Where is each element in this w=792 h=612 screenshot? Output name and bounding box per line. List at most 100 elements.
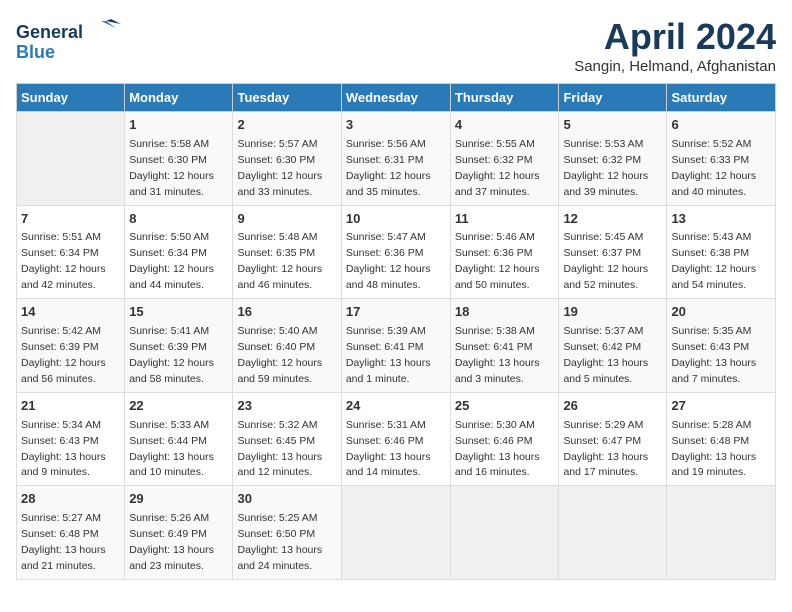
day-number: 11	[455, 210, 555, 229]
day-info: Sunrise: 5:47 AMSunset: 6:36 PMDaylight:…	[346, 231, 431, 291]
calendar-cell: 28 Sunrise: 5:27 AMSunset: 6:48 PMDaylig…	[17, 486, 125, 580]
calendar-week-3: 14 Sunrise: 5:42 AMSunset: 6:39 PMDaylig…	[17, 299, 776, 393]
day-number: 17	[346, 303, 446, 322]
location-subtitle: Sangin, Helmand, Afghanistan	[574, 58, 776, 75]
day-number: 26	[563, 397, 662, 416]
day-info: Sunrise: 5:53 AMSunset: 6:32 PMDaylight:…	[563, 138, 648, 198]
day-info: Sunrise: 5:30 AMSunset: 6:46 PMDaylight:…	[455, 419, 540, 479]
calendar-cell: 25 Sunrise: 5:30 AMSunset: 6:46 PMDaylig…	[450, 392, 559, 486]
day-info: Sunrise: 5:42 AMSunset: 6:39 PMDaylight:…	[21, 325, 106, 385]
day-number: 2	[237, 116, 336, 135]
calendar-body: 1 Sunrise: 5:58 AMSunset: 6:30 PMDayligh…	[17, 112, 776, 580]
day-number: 4	[455, 116, 555, 135]
calendar-cell: 10 Sunrise: 5:47 AMSunset: 6:36 PMDaylig…	[341, 205, 450, 299]
day-header-thursday: Thursday	[450, 84, 559, 112]
calendar-cell: 2 Sunrise: 5:57 AMSunset: 6:30 PMDayligh…	[233, 112, 341, 206]
calendar-cell: 8 Sunrise: 5:50 AMSunset: 6:34 PMDayligh…	[125, 205, 233, 299]
calendar-cell: 14 Sunrise: 5:42 AMSunset: 6:39 PMDaylig…	[17, 299, 125, 393]
day-info: Sunrise: 5:37 AMSunset: 6:42 PMDaylight:…	[563, 325, 648, 385]
day-number: 9	[237, 210, 336, 229]
calendar-cell: 24 Sunrise: 5:31 AMSunset: 6:46 PMDaylig…	[341, 392, 450, 486]
day-info: Sunrise: 5:41 AMSunset: 6:39 PMDaylight:…	[129, 325, 214, 385]
day-info: Sunrise: 5:43 AMSunset: 6:38 PMDaylight:…	[671, 231, 756, 291]
day-number: 28	[21, 490, 120, 509]
day-number: 29	[129, 490, 228, 509]
calendar-week-1: 1 Sunrise: 5:58 AMSunset: 6:30 PMDayligh…	[17, 112, 776, 206]
day-info: Sunrise: 5:58 AMSunset: 6:30 PMDaylight:…	[129, 138, 214, 198]
day-info: Sunrise: 5:51 AMSunset: 6:34 PMDaylight:…	[21, 231, 106, 291]
calendar-cell: 26 Sunrise: 5:29 AMSunset: 6:47 PMDaylig…	[559, 392, 667, 486]
day-info: Sunrise: 5:48 AMSunset: 6:35 PMDaylight:…	[237, 231, 322, 291]
day-number: 25	[455, 397, 555, 416]
calendar-cell	[667, 486, 776, 580]
day-number: 8	[129, 210, 228, 229]
day-info: Sunrise: 5:31 AMSunset: 6:46 PMDaylight:…	[346, 419, 431, 479]
calendar-cell: 9 Sunrise: 5:48 AMSunset: 6:35 PMDayligh…	[233, 205, 341, 299]
calendar-cell: 7 Sunrise: 5:51 AMSunset: 6:34 PMDayligh…	[17, 205, 125, 299]
calendar-cell: 30 Sunrise: 5:25 AMSunset: 6:50 PMDaylig…	[233, 486, 341, 580]
calendar-week-4: 21 Sunrise: 5:34 AMSunset: 6:43 PMDaylig…	[17, 392, 776, 486]
calendar-cell: 4 Sunrise: 5:55 AMSunset: 6:32 PMDayligh…	[450, 112, 559, 206]
calendar-cell: 18 Sunrise: 5:38 AMSunset: 6:41 PMDaylig…	[450, 299, 559, 393]
calendar-cell: 27 Sunrise: 5:28 AMSunset: 6:48 PMDaylig…	[667, 392, 776, 486]
day-number: 3	[346, 116, 446, 135]
calendar-week-5: 28 Sunrise: 5:27 AMSunset: 6:48 PMDaylig…	[17, 486, 776, 580]
day-number: 1	[129, 116, 228, 135]
day-number: 30	[237, 490, 336, 509]
calendar-cell: 15 Sunrise: 5:41 AMSunset: 6:39 PMDaylig…	[125, 299, 233, 393]
day-number: 7	[21, 210, 120, 229]
calendar-cell: 17 Sunrise: 5:39 AMSunset: 6:41 PMDaylig…	[341, 299, 450, 393]
day-number: 21	[21, 397, 120, 416]
month-title: April 2024	[574, 16, 776, 58]
day-info: Sunrise: 5:52 AMSunset: 6:33 PMDaylight:…	[671, 138, 756, 198]
day-header-monday: Monday	[125, 84, 233, 112]
day-number: 14	[21, 303, 120, 322]
svg-text:Blue: Blue	[16, 42, 55, 62]
day-info: Sunrise: 5:50 AMSunset: 6:34 PMDaylight:…	[129, 231, 214, 291]
day-info: Sunrise: 5:55 AMSunset: 6:32 PMDaylight:…	[455, 138, 540, 198]
title-area: April 2024 Sangin, Helmand, Afghanistan	[574, 16, 776, 75]
day-number: 10	[346, 210, 446, 229]
day-info: Sunrise: 5:27 AMSunset: 6:48 PMDaylight:…	[21, 512, 106, 572]
day-info: Sunrise: 5:57 AMSunset: 6:30 PMDaylight:…	[237, 138, 322, 198]
day-info: Sunrise: 5:56 AMSunset: 6:31 PMDaylight:…	[346, 138, 431, 198]
day-number: 19	[563, 303, 662, 322]
calendar-cell: 29 Sunrise: 5:26 AMSunset: 6:49 PMDaylig…	[125, 486, 233, 580]
day-number: 12	[563, 210, 662, 229]
calendar-cell: 1 Sunrise: 5:58 AMSunset: 6:30 PMDayligh…	[125, 112, 233, 206]
calendar-header-row: SundayMondayTuesdayWednesdayThursdayFrid…	[17, 84, 776, 112]
day-info: Sunrise: 5:28 AMSunset: 6:48 PMDaylight:…	[671, 419, 756, 479]
day-info: Sunrise: 5:34 AMSunset: 6:43 PMDaylight:…	[21, 419, 106, 479]
logo-svg: General Blue	[16, 16, 126, 66]
calendar-cell: 12 Sunrise: 5:45 AMSunset: 6:37 PMDaylig…	[559, 205, 667, 299]
calendar-cell: 19 Sunrise: 5:37 AMSunset: 6:42 PMDaylig…	[559, 299, 667, 393]
day-info: Sunrise: 5:39 AMSunset: 6:41 PMDaylight:…	[346, 325, 431, 385]
day-info: Sunrise: 5:29 AMSunset: 6:47 PMDaylight:…	[563, 419, 648, 479]
day-number: 16	[237, 303, 336, 322]
day-number: 22	[129, 397, 228, 416]
calendar-cell: 16 Sunrise: 5:40 AMSunset: 6:40 PMDaylig…	[233, 299, 341, 393]
day-number: 18	[455, 303, 555, 322]
day-number: 13	[671, 210, 771, 229]
day-number: 23	[237, 397, 336, 416]
calendar-cell: 5 Sunrise: 5:53 AMSunset: 6:32 PMDayligh…	[559, 112, 667, 206]
day-number: 6	[671, 116, 771, 135]
day-header-tuesday: Tuesday	[233, 84, 341, 112]
day-number: 5	[563, 116, 662, 135]
page-header: General Blue April 2024 Sangin, Helmand,…	[16, 16, 776, 75]
calendar-week-2: 7 Sunrise: 5:51 AMSunset: 6:34 PMDayligh…	[17, 205, 776, 299]
day-info: Sunrise: 5:32 AMSunset: 6:45 PMDaylight:…	[237, 419, 322, 479]
calendar-cell	[450, 486, 559, 580]
calendar-cell: 21 Sunrise: 5:34 AMSunset: 6:43 PMDaylig…	[17, 392, 125, 486]
day-info: Sunrise: 5:25 AMSunset: 6:50 PMDaylight:…	[237, 512, 322, 572]
day-header-saturday: Saturday	[667, 84, 776, 112]
calendar-cell	[17, 112, 125, 206]
day-header-sunday: Sunday	[17, 84, 125, 112]
day-number: 24	[346, 397, 446, 416]
day-info: Sunrise: 5:26 AMSunset: 6:49 PMDaylight:…	[129, 512, 214, 572]
day-info: Sunrise: 5:46 AMSunset: 6:36 PMDaylight:…	[455, 231, 540, 291]
calendar-cell: 13 Sunrise: 5:43 AMSunset: 6:38 PMDaylig…	[667, 205, 776, 299]
day-header-wednesday: Wednesday	[341, 84, 450, 112]
calendar-cell: 6 Sunrise: 5:52 AMSunset: 6:33 PMDayligh…	[667, 112, 776, 206]
day-info: Sunrise: 5:38 AMSunset: 6:41 PMDaylight:…	[455, 325, 540, 385]
